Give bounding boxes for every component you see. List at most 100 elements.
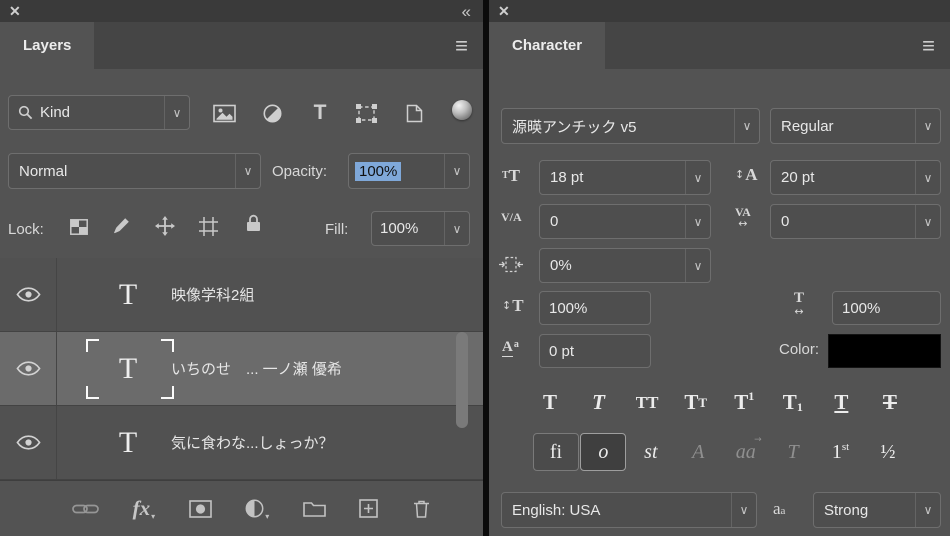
layer-thumbnail[interactable]: T bbox=[113, 428, 143, 458]
opacity-value[interactable]: 100% bbox=[355, 162, 401, 181]
scrollbar-thumb[interactable] bbox=[456, 332, 468, 428]
superscript-button[interactable]: T1 bbox=[723, 385, 765, 419]
swash-button[interactable]: A bbox=[675, 433, 721, 471]
fill-field[interactable]: 100% ∨ bbox=[371, 211, 470, 246]
close-icon[interactable]: ✕ bbox=[498, 4, 510, 18]
bold-t-glyph: T bbox=[543, 392, 557, 413]
leading-dropdown[interactable]: 20 pt ∨ bbox=[770, 160, 941, 195]
layers-panel: ✕ « Layers ≡ Kind ∨ T bbox=[0, 0, 483, 536]
chevron-down-icon: ∨ bbox=[734, 109, 759, 143]
faux-bold-button[interactable]: T bbox=[529, 385, 571, 419]
add-layer-mask-button[interactable] bbox=[189, 495, 212, 523]
link-layers-button[interactable] bbox=[72, 495, 99, 523]
contextual-alternates-button[interactable]: o bbox=[580, 433, 626, 471]
character-panel-menu-icon[interactable]: ≡ bbox=[922, 37, 935, 55]
chevron-down-icon: ∨ bbox=[685, 249, 710, 282]
strike-t-glyph: T bbox=[883, 392, 897, 413]
tab-character[interactable]: Character bbox=[489, 22, 605, 69]
delete-layer-button[interactable] bbox=[412, 495, 431, 523]
layer-visibility-toggle[interactable] bbox=[0, 258, 57, 331]
sub-1-glyph: 1 bbox=[797, 401, 803, 413]
language-dropdown[interactable]: English: USA ∨ bbox=[501, 492, 757, 528]
strikethrough-button[interactable]: T bbox=[869, 385, 911, 419]
lock-transparency-button[interactable] bbox=[70, 219, 88, 240]
ordinals-button[interactable]: 1st bbox=[818, 433, 864, 471]
fx-icon: fx bbox=[133, 498, 151, 519]
vertical-scale-field[interactable]: 100% bbox=[539, 291, 651, 325]
discretionary-ligatures-button[interactable]: st bbox=[628, 433, 674, 471]
opentype-buttons: fi o st A aa→ T 1st ½ bbox=[533, 433, 911, 471]
layer-visibility-toggle[interactable] bbox=[0, 332, 57, 405]
filter-type-layers-button[interactable]: T bbox=[304, 97, 336, 129]
layer-row[interactable]: T 映像学科2組 bbox=[0, 258, 483, 332]
blend-mode-dropdown[interactable]: Normal ∨ bbox=[8, 153, 261, 189]
opacity-field[interactable]: 100% ∨ bbox=[348, 153, 470, 189]
faux-italic-button[interactable]: T bbox=[578, 385, 620, 419]
aa-glyph: aa bbox=[736, 442, 756, 462]
new-layer-button[interactable] bbox=[359, 495, 378, 523]
standard-ligatures-button[interactable]: fi bbox=[533, 433, 579, 471]
small-caps-button[interactable]: TT bbox=[675, 385, 717, 419]
corner-bracket-icon bbox=[86, 386, 99, 399]
font-family-dropdown[interactable]: 源暎アンチック v5 ∨ bbox=[501, 108, 760, 144]
color-label: Color: bbox=[755, 341, 819, 358]
italic-t-glyph: T bbox=[592, 392, 605, 413]
underline-button[interactable]: T bbox=[820, 385, 862, 419]
triangle-down-icon: ▾ bbox=[265, 511, 269, 522]
link-icon bbox=[72, 502, 99, 516]
fill-value[interactable]: 100% bbox=[372, 220, 444, 237]
filter-kind-dropdown[interactable]: Kind ∨ bbox=[8, 95, 190, 130]
chevron-down-icon[interactable]: ∨ bbox=[444, 154, 469, 188]
folder-icon bbox=[303, 500, 326, 517]
move-icon bbox=[155, 216, 175, 236]
horizontal-scale-field[interactable]: 100% bbox=[832, 291, 941, 325]
collapse-panel-icon[interactable]: « bbox=[462, 3, 470, 20]
font-style-dropdown[interactable]: Regular ∨ bbox=[770, 108, 941, 144]
layer-visibility-toggle[interactable] bbox=[0, 406, 57, 479]
color-swatch[interactable] bbox=[828, 334, 941, 368]
all-caps-button[interactable]: TT bbox=[626, 385, 668, 419]
layers-panel-menu-icon[interactable]: ≡ bbox=[455, 37, 468, 55]
close-icon[interactable]: ✕ bbox=[9, 4, 21, 18]
adjustment-circle-icon bbox=[245, 499, 264, 518]
chevron-down-icon: ∨ bbox=[915, 161, 940, 194]
filter-smart-objects-button[interactable] bbox=[398, 97, 430, 129]
t-glyph: T bbox=[783, 392, 797, 413]
vertical-scale-value: 100% bbox=[549, 300, 587, 317]
new-adjustment-layer-button[interactable]: ▾ bbox=[245, 495, 269, 523]
anti-alias-dropdown[interactable]: Strong ∨ bbox=[813, 492, 941, 528]
big-t-glyph: T bbox=[509, 167, 520, 184]
titling-alternates-button[interactable]: T bbox=[770, 433, 816, 471]
opacity-value-area[interactable]: 100% bbox=[349, 162, 444, 181]
filter-pixel-layers-button[interactable] bbox=[208, 97, 240, 129]
layer-thumbnail[interactable]: T bbox=[113, 280, 143, 310]
font-size-dropdown[interactable]: 18 pt ∨ bbox=[539, 160, 711, 195]
layer-name[interactable]: いちのせ ... 一ノ瀬 優希 bbox=[171, 358, 342, 379]
shape-icon bbox=[356, 104, 377, 123]
filter-shape-layers-button[interactable] bbox=[350, 97, 382, 129]
kerning-dropdown[interactable]: 0 ∨ bbox=[539, 204, 711, 239]
filter-adjustment-layers-button[interactable] bbox=[256, 97, 288, 129]
layer-row-selected[interactable]: T いちのせ ... 一ノ瀬 優希 bbox=[0, 332, 483, 406]
fractions-button[interactable]: ½ bbox=[865, 433, 911, 471]
chevron-down-icon[interactable]: ∨ bbox=[444, 212, 469, 245]
layer-styles-button[interactable]: fx ▾ bbox=[133, 495, 156, 523]
subscript-button[interactable]: T1 bbox=[772, 385, 814, 419]
tsume-dropdown[interactable]: 0% ∨ bbox=[539, 248, 711, 283]
blend-mode-value: Normal bbox=[9, 163, 235, 180]
baseline-shift-field[interactable]: 0 pt bbox=[539, 334, 651, 368]
layer-row[interactable]: T 気に食わな...しょっか？ bbox=[0, 406, 483, 480]
tracking-dropdown[interactable]: 0 ∨ bbox=[770, 204, 941, 239]
stylistic-alternates-button[interactable]: aa→ bbox=[723, 433, 769, 471]
layer-thumbnail[interactable]: T bbox=[113, 354, 143, 384]
new-group-button[interactable] bbox=[303, 495, 326, 523]
character-panel: ✕ Character ≡ 源暎アンチック v5 ∨ Regular ∨ TT … bbox=[489, 0, 950, 536]
lock-position-button[interactable] bbox=[155, 216, 175, 241]
lock-artboard-button[interactable] bbox=[199, 217, 218, 241]
layer-name[interactable]: 気に食わな...しょっか？ bbox=[171, 432, 334, 453]
lock-all-button[interactable] bbox=[246, 214, 261, 237]
lock-pixels-button[interactable] bbox=[113, 217, 130, 240]
layer-name[interactable]: 映像学科2組 bbox=[171, 284, 254, 305]
tab-layers[interactable]: Layers bbox=[0, 22, 94, 69]
layer-filter-toggle[interactable] bbox=[452, 100, 472, 120]
